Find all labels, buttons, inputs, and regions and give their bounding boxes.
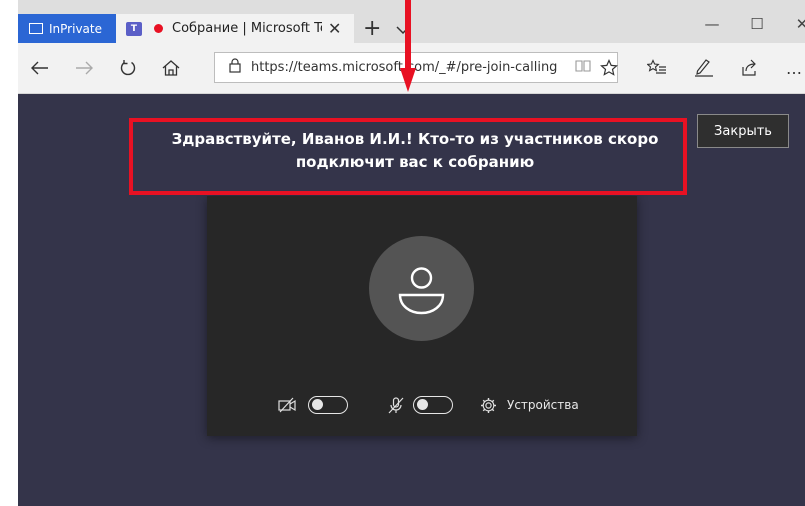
video-preview-panel: Устройства <box>207 196 637 436</box>
person-icon <box>398 267 445 315</box>
tab-title: Собрание | Microsoft Teams <box>172 21 322 36</box>
microphone-toggle[interactable] <box>413 396 453 414</box>
greeting-banner: Здравствуйте, Иванов И.И.! Кто-то из уча… <box>129 118 687 195</box>
devices-button[interactable]: Устройства <box>507 398 579 412</box>
reader-view-icon[interactable] <box>575 58 591 77</box>
lock-icon <box>229 58 241 77</box>
inprivate-badge: InPrivate <box>18 14 116 43</box>
microphone-off-icon <box>388 397 404 418</box>
camera-toggle-knob <box>312 399 323 410</box>
camera-off-icon <box>278 397 296 417</box>
close-window-button[interactable]: ✕ <box>782 15 805 33</box>
new-tab-button[interactable]: + <box>363 14 381 43</box>
red-arrow-annotation <box>400 0 416 92</box>
page-content: Устройства Здравствуйте, Иванов И.И.! Кт… <box>18 94 805 506</box>
forward-icon[interactable] <box>72 57 96 79</box>
maximize-button[interactable]: ☐ <box>737 15 777 33</box>
more-icon[interactable]: … <box>782 57 805 79</box>
refresh-icon[interactable] <box>116 57 140 79</box>
tab-close-button[interactable]: ✕ <box>328 19 341 38</box>
home-icon[interactable] <box>159 57 183 79</box>
inprivate-label: InPrivate <box>49 21 102 36</box>
share-icon[interactable] <box>737 57 761 79</box>
camera-toggle[interactable] <box>308 396 348 414</box>
favorites-list-icon[interactable] <box>645 57 669 79</box>
pen-icon[interactable] <box>692 57 716 79</box>
avatar <box>369 236 474 341</box>
close-button[interactable]: Закрыть <box>697 114 789 148</box>
inprivate-icon <box>29 23 43 34</box>
tab-active[interactable]: T Собрание | Microsoft Teams ✕ <box>116 14 354 43</box>
microphone-toggle-knob <box>417 399 428 410</box>
recording-dot-icon <box>154 24 163 33</box>
address-bar[interactable]: https://teams.microsoft.com/_#/pre-join-… <box>214 52 618 83</box>
favorite-star-icon[interactable] <box>597 57 621 79</box>
teams-icon: T <box>126 21 142 36</box>
greeting-text: Здравствуйте, Иванов И.И.! Кто-то из уча… <box>171 130 659 171</box>
device-controls: Устройства <box>207 394 637 418</box>
minimize-button[interactable]: — <box>692 15 732 33</box>
back-icon[interactable] <box>28 57 52 79</box>
gear-icon[interactable] <box>480 397 497 418</box>
